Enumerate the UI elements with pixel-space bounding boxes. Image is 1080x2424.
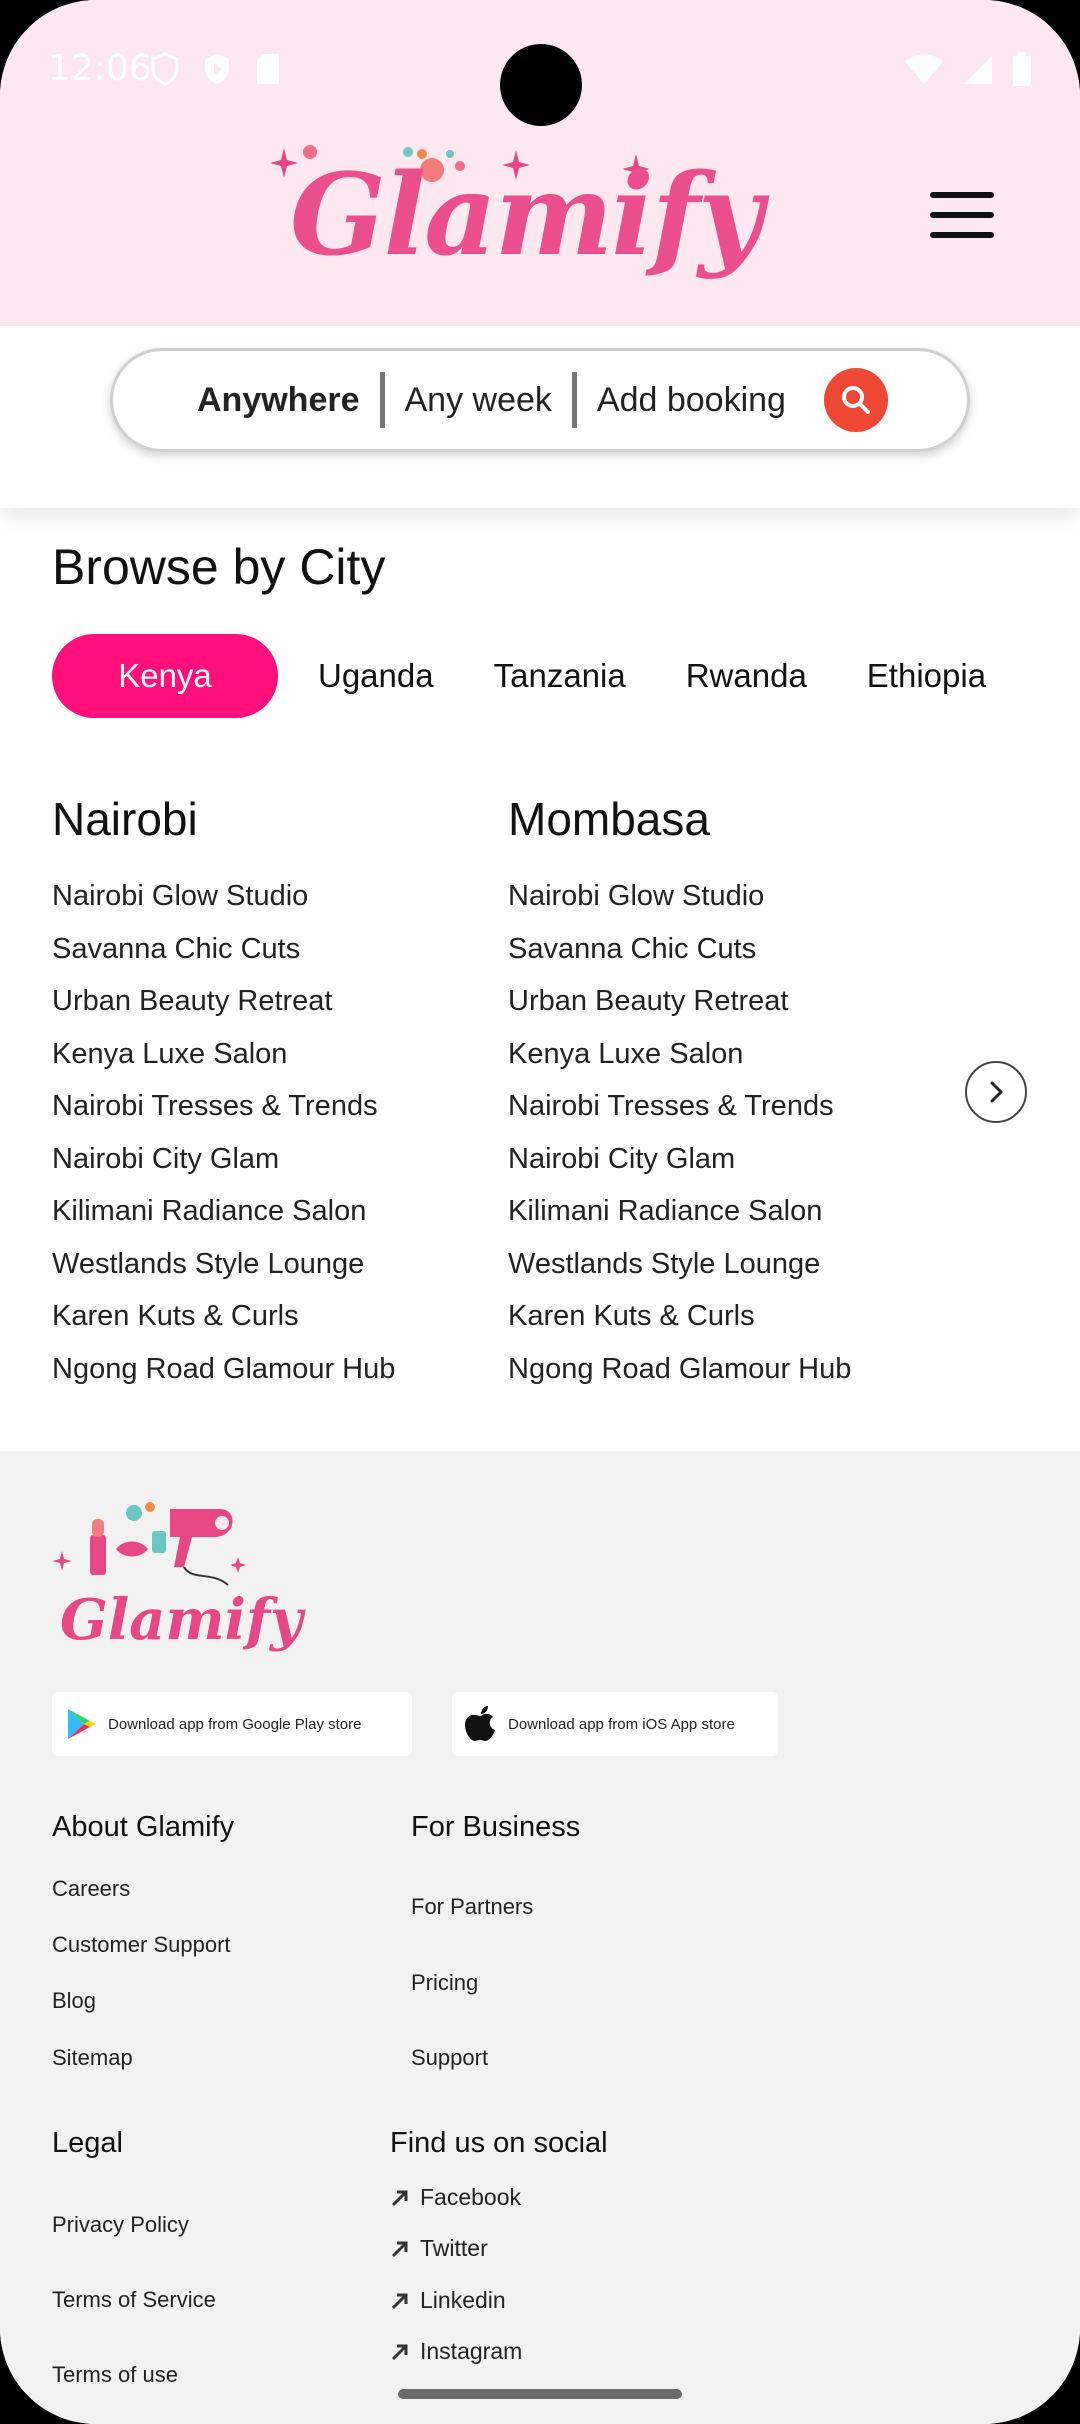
search-icon: [841, 386, 870, 414]
tab-rwanda[interactable]: Rwanda: [656, 634, 837, 718]
sd-card-icon: [254, 52, 282, 90]
footer-logo[interactable]: Glamify: [52, 1491, 303, 1691]
next-cities-button[interactable]: [965, 1061, 1027, 1123]
location-field[interactable]: Anywhere: [177, 381, 380, 420]
salon-link[interactable]: Urban Beauty Retreat: [508, 975, 928, 1028]
salon-link[interactable]: Nairobi Tresses & Trends: [508, 1080, 928, 1133]
status-time: 12:06: [48, 48, 152, 89]
city-title: Mombasa: [508, 793, 710, 845]
shield-icon: [150, 52, 180, 90]
salon-link[interactable]: Ngong Road Glamour Hub: [52, 1343, 472, 1396]
city-column-mombasa: Mombasa Nairobi Glow Studio Savanna Chic…: [508, 790, 928, 1395]
country-tabs: Kenya Uganda Tanzania Rwanda Ethiopia: [52, 634, 1016, 718]
salon-link[interactable]: Kilimani Radiance Salon: [508, 1185, 928, 1238]
social-label: Instagram: [420, 2338, 523, 2364]
logo-wordmark: Glamify: [290, 150, 763, 281]
business-heading: For Business: [411, 1811, 581, 1843]
link-terms-of-service[interactable]: Terms of Service: [52, 2287, 216, 2313]
link-sitemap[interactable]: Sitemap: [52, 2045, 133, 2071]
arrow-up-right-icon: [391, 2190, 408, 2206]
signal-icon: [962, 54, 994, 90]
beauty-tools-icon: [52, 1502, 246, 1586]
app-store-button[interactable]: Download app from iOS App store: [452, 1692, 778, 1756]
salon-link[interactable]: Nairobi Glow Studio: [52, 870, 472, 923]
link-pricing[interactable]: Pricing: [411, 1970, 478, 1996]
link-for-partners[interactable]: For Partners: [411, 1894, 533, 1920]
salon-link[interactable]: Westlands Style Lounge: [52, 1238, 472, 1291]
status-system-icons: [904, 52, 1032, 90]
salon-link[interactable]: Nairobi Tresses & Trends: [52, 1080, 472, 1133]
link-linkedin[interactable]: Linkedin: [390, 2287, 506, 2314]
link-careers[interactable]: Careers: [52, 1876, 130, 1902]
salon-link[interactable]: Ngong Road Glamour Hub: [508, 1343, 928, 1396]
salon-link[interactable]: Urban Beauty Retreat: [52, 975, 472, 1028]
link-privacy-policy[interactable]: Privacy Policy: [52, 2212, 189, 2238]
salon-link[interactable]: Savanna Chic Cuts: [508, 923, 928, 976]
footer-logo-wordmark: Glamify: [60, 1587, 303, 1653]
social-label: Linkedin: [420, 2287, 506, 2313]
apple-icon: [465, 1706, 495, 1741]
salon-link[interactable]: Westlands Style Lounge: [508, 1238, 928, 1291]
salon-link[interactable]: Nairobi Glow Studio: [508, 870, 928, 923]
arrow-up-right-icon: [391, 2293, 408, 2309]
link-facebook[interactable]: Facebook: [390, 2184, 521, 2211]
salon-link[interactable]: Kenya Luxe Salon: [508, 1028, 928, 1081]
header: 12:06 Glamify: [0, 0, 1080, 326]
link-terms-of-use[interactable]: Terms of use: [52, 2362, 178, 2388]
link-support[interactable]: Support: [411, 2045, 488, 2071]
link-blog[interactable]: Blog: [52, 1988, 96, 2014]
menu-line-icon: [930, 192, 994, 198]
tab-uganda[interactable]: Uganda: [288, 634, 464, 718]
hamburger-menu-button[interactable]: [930, 192, 994, 240]
footer: Glamify Download app from Google Play st…: [0, 1451, 1080, 2424]
social-heading: Find us on social: [390, 2127, 608, 2159]
search-bar[interactable]: Anywhere Any week Add booking: [110, 348, 970, 452]
status-notification-icons: [150, 52, 282, 90]
arrow-up-right-icon: [391, 2241, 408, 2257]
brand-logo[interactable]: Glamify: [270, 140, 763, 300]
link-twitter[interactable]: Twitter: [390, 2235, 488, 2262]
salon-link[interactable]: Savanna Chic Cuts: [52, 923, 472, 976]
home-indicator[interactable]: [398, 2389, 682, 2399]
date-field[interactable]: Any week: [385, 381, 572, 420]
menu-line-icon: [930, 232, 994, 238]
google-play-button[interactable]: Download app from Google Play store: [52, 1692, 412, 1756]
chevron-right-icon: [990, 1081, 1003, 1103]
salon-link[interactable]: Karen Kuts & Curls: [508, 1290, 928, 1343]
social-label: Twitter: [420, 2235, 488, 2261]
salon-link[interactable]: Kenya Luxe Salon: [52, 1028, 472, 1081]
booking-field[interactable]: Add booking: [577, 381, 806, 420]
app-screen: 12:06 Glamify Anywhere Any week Add book…: [0, 0, 1080, 2424]
app-store-label: Download app from iOS App store: [508, 1715, 735, 1733]
tab-tanzania[interactable]: Tanzania: [464, 634, 656, 718]
legal-heading: Legal: [52, 2127, 123, 2159]
search-button[interactable]: [823, 368, 888, 432]
salon-link[interactable]: Karen Kuts & Curls: [52, 1290, 472, 1343]
menu-line-icon: [930, 212, 994, 218]
google-play-icon: [68, 1709, 96, 1739]
battery-icon: [1012, 52, 1032, 90]
salon-link[interactable]: Nairobi City Glam: [52, 1133, 472, 1186]
wifi-icon: [904, 54, 944, 90]
salon-link[interactable]: Kilimani Radiance Salon: [52, 1185, 472, 1238]
search-band: Anywhere Any week Add booking: [0, 326, 1080, 508]
front-camera: [500, 44, 582, 126]
tab-kenya[interactable]: Kenya: [52, 634, 278, 718]
play-protect-icon: [202, 52, 232, 90]
city-column-nairobi: Nairobi Nairobi Glow Studio Savanna Chic…: [52, 790, 472, 1395]
browse-title: Browse by City: [52, 539, 386, 595]
arrow-up-right-icon: [391, 2344, 408, 2360]
google-play-label: Download app from Google Play store: [108, 1715, 362, 1733]
city-title: Nairobi: [52, 793, 198, 845]
about-heading: About Glamify: [52, 1811, 235, 1843]
link-customer-support[interactable]: Customer Support: [52, 1932, 231, 1958]
tab-ethiopia[interactable]: Ethiopia: [837, 634, 1016, 718]
link-instagram[interactable]: Instagram: [390, 2338, 522, 2365]
social-label: Facebook: [420, 2184, 522, 2210]
salon-link[interactable]: Nairobi City Glam: [508, 1133, 928, 1186]
